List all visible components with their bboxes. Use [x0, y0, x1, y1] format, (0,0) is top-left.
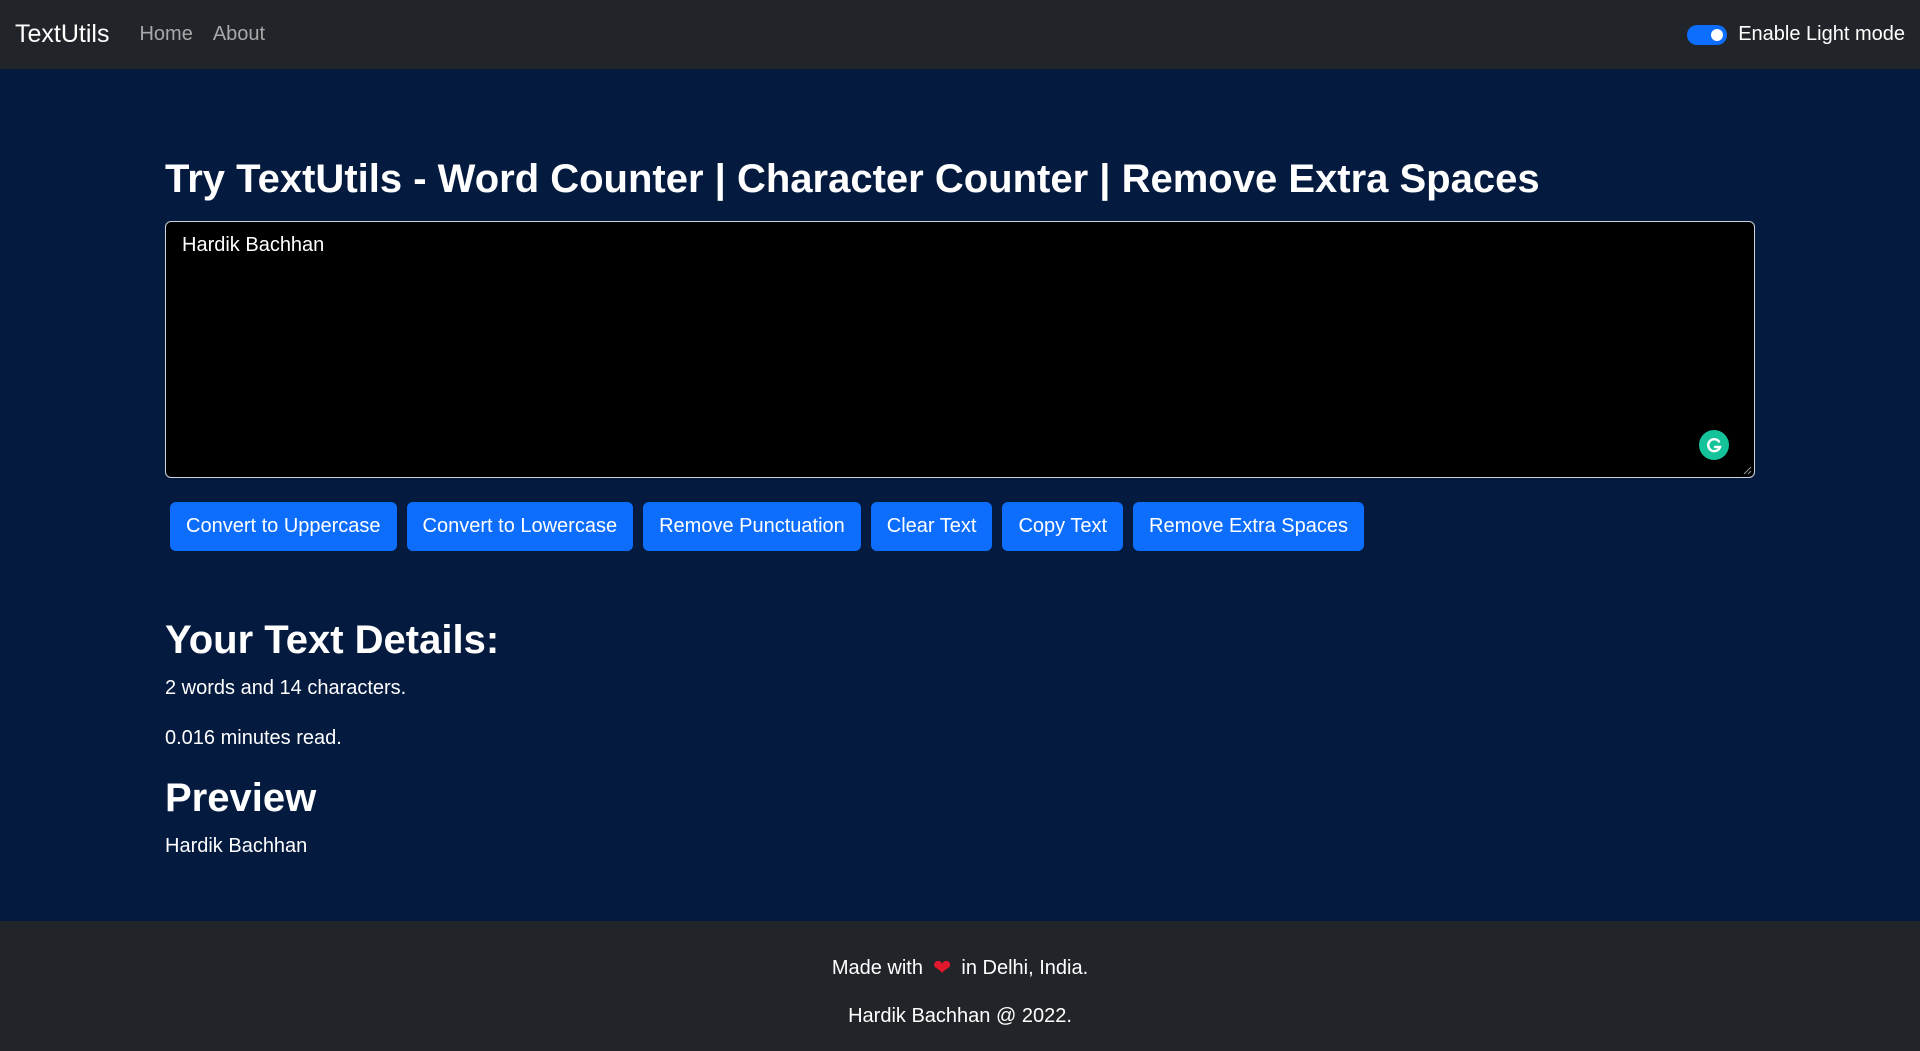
page-title: Try TextUtils - Word Counter | Character… [165, 157, 1540, 201]
uppercase-button[interactable]: Convert to Uppercase [170, 502, 397, 551]
word-count-text: 2 words and 14 characters. [165, 677, 407, 699]
light-mode-label[interactable]: Enable Light mode [1738, 23, 1905, 46]
preview-heading: Preview [165, 776, 317, 820]
copyright-text: Hardik Bachhan @ 2022. [848, 1005, 1072, 1027]
footer: Made with ❤ in Delhi, India. Hardik Bach… [0, 921, 1920, 1051]
footer-made-with: Made with ❤ in Delhi, India. [0, 955, 1920, 981]
lowercase-button[interactable]: Convert to Lowercase [406, 502, 634, 551]
remove-punctuation-button[interactable]: Remove Punctuation [643, 502, 861, 551]
action-buttons: Convert to Uppercase Convert to Lowercas… [170, 502, 1374, 551]
nav-link-about[interactable]: About [213, 23, 265, 46]
heart-icon: ❤ [932, 955, 952, 980]
made-with-text: Made with [831, 956, 923, 979]
remove-extra-spaces-button[interactable]: Remove Extra Spaces [1133, 502, 1364, 551]
text-details-heading: Your Text Details: [165, 618, 500, 662]
theme-toggle-group: Enable Light mode [1687, 0, 1905, 69]
location-text: in Delhi, India. [961, 956, 1089, 979]
text-input-value: Hardik Bachhan [182, 234, 325, 256]
read-time-text: 0.016 minutes read. [165, 727, 342, 749]
light-mode-toggle[interactable] [1687, 24, 1728, 45]
clear-text-button[interactable]: Clear Text [870, 502, 993, 551]
grammarly-icon[interactable] [1699, 430, 1729, 460]
toggle-knob [1711, 28, 1724, 41]
preview-text: Hardik Bachhan [165, 835, 308, 857]
copy-text-button[interactable]: Copy Text [1002, 502, 1124, 551]
resize-handle-icon[interactable] [1742, 465, 1752, 475]
nav-link-home[interactable]: Home [139, 23, 192, 46]
brand-link[interactable]: TextUtils [15, 20, 109, 49]
navbar: TextUtils Home About Enable Light mode [0, 0, 1920, 69]
text-input-area[interactable]: Hardik Bachhan [165, 221, 1755, 478]
